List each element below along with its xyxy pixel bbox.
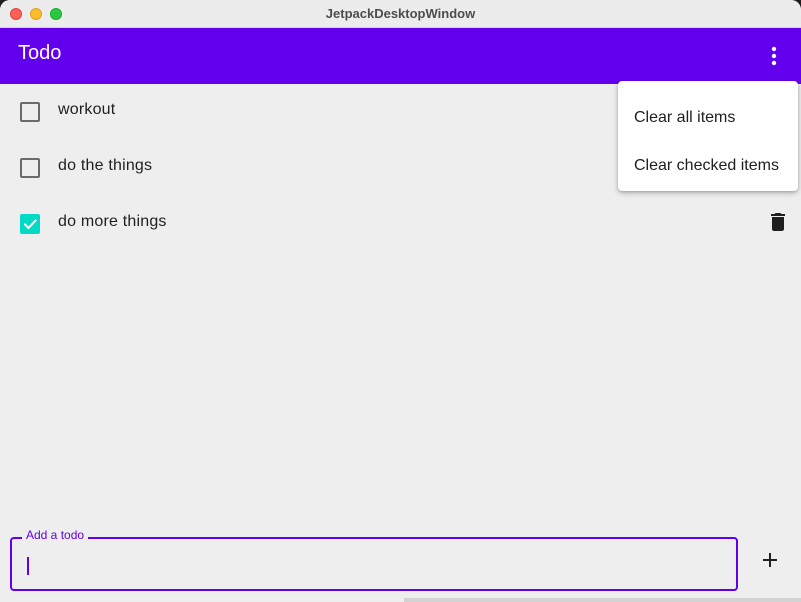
todo-checkbox[interactable] [20, 214, 40, 234]
plus-icon [763, 553, 777, 567]
menu-item-clear-checked[interactable]: Clear checked items [618, 137, 798, 185]
app-title: Todo [18, 42, 62, 64]
menu-item-label: Clear all items [634, 109, 736, 126]
todo-item[interactable]: do more things [0, 196, 801, 252]
todo-checkbox[interactable] [20, 102, 40, 122]
todo-text: do the things [58, 157, 153, 174]
trash-icon [771, 213, 785, 231]
todo-text: do more things [58, 213, 167, 230]
more-vert-icon [771, 46, 777, 66]
add-todo-label: Add a todo [22, 528, 89, 542]
check-icon [23, 219, 37, 230]
app-window: JetpackDesktopWindow Todo workout do the… [0, 0, 801, 602]
todo-text: workout [58, 101, 116, 118]
window-titlebar[interactable]: JetpackDesktopWindow [0, 0, 801, 28]
add-todo-input[interactable] [26, 547, 720, 585]
add-todo-field[interactable] [10, 537, 738, 591]
overflow-dropdown-menu: Clear all items Clear checked items [618, 81, 798, 191]
app-bar: Todo [0, 28, 801, 84]
overflow-menu-button[interactable] [758, 40, 790, 72]
window-bottom-edge [404, 598, 801, 602]
text-caret [27, 557, 29, 575]
menu-item-label: Clear checked items [634, 157, 779, 174]
delete-button[interactable] [766, 210, 790, 234]
menu-item-clear-all[interactable]: Clear all items [618, 89, 798, 137]
todo-checkbox[interactable] [20, 158, 40, 178]
window-title: JetpackDesktopWindow [325, 6, 476, 21]
add-todo-button[interactable] [756, 546, 784, 574]
